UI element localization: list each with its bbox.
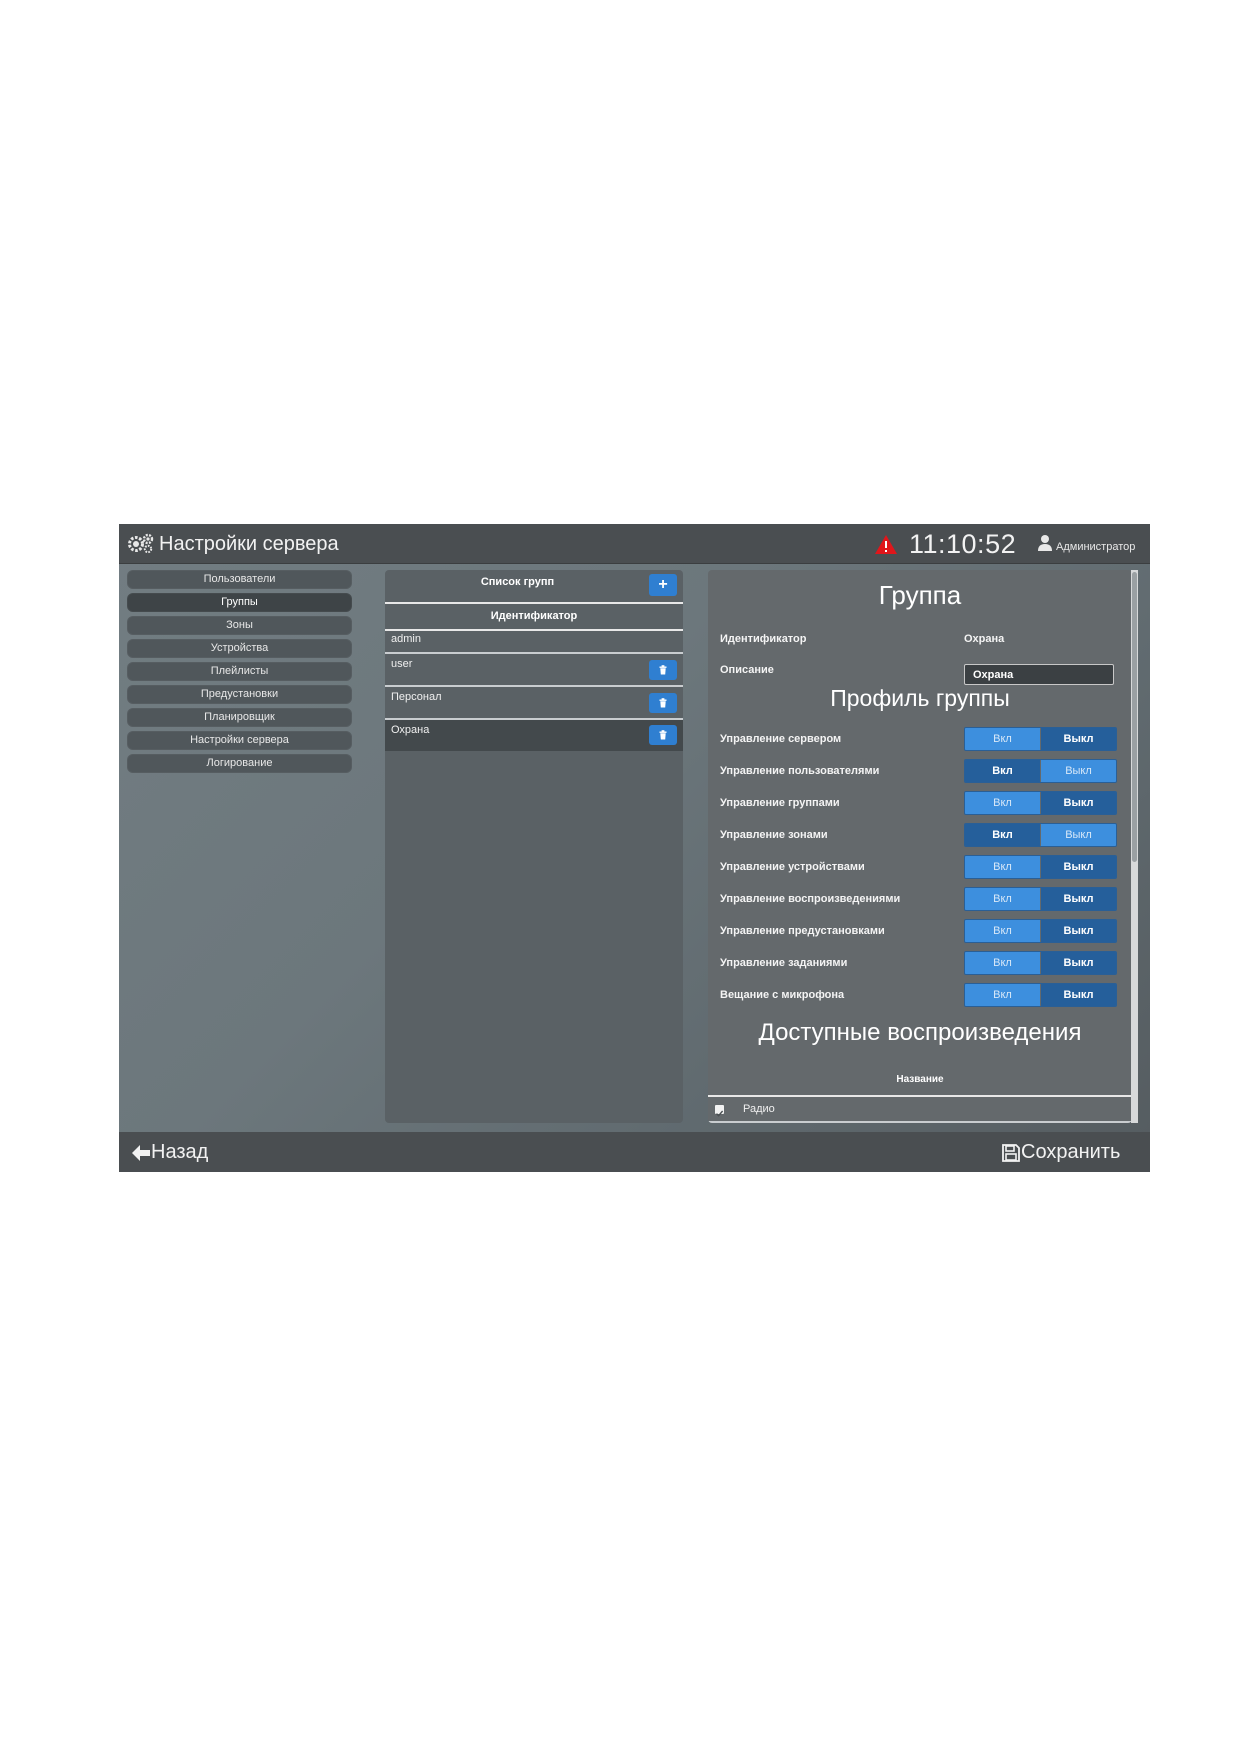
delete-button[interactable]	[649, 660, 677, 680]
delete-button[interactable]	[649, 693, 677, 713]
gears-icon	[128, 533, 154, 554]
group-list-title: Список групп	[480, 576, 555, 588]
user-icon[interactable]	[1037, 534, 1053, 551]
check-icon	[716, 1110, 724, 1117]
description-label: Описание	[720, 664, 774, 676]
floppy-disk-icon	[1002, 1143, 1020, 1162]
available-column-header: Название	[708, 1071, 1132, 1097]
on-option[interactable]: Вкл	[965, 984, 1040, 1006]
on-option[interactable]: Вкл	[965, 888, 1040, 910]
list-item-label: Персонал	[391, 691, 442, 703]
toggle-users[interactable]: Вкл Выкл	[964, 759, 1117, 783]
on-option[interactable]: Вкл	[965, 824, 1040, 846]
off-option[interactable]: Выкл	[1041, 824, 1116, 846]
sidebar-item-presets[interactable]: Предустановки	[127, 685, 352, 704]
perm-label-devices: Управление устройствами	[720, 861, 865, 873]
off-option[interactable]: Выкл	[1041, 952, 1116, 974]
save-button[interactable]: Сохранить	[1001, 1141, 1120, 1164]
list-item-label: Охрана	[391, 724, 430, 736]
list-item[interactable]: Персонал	[385, 687, 683, 720]
toggle-devices[interactable]: Вкл Выкл	[964, 855, 1117, 879]
toggle-microphone[interactable]: Вкл Выкл	[964, 983, 1117, 1007]
id-value: Охрана	[964, 633, 1005, 645]
trash-icon	[659, 730, 667, 740]
list-item[interactable]: admin	[385, 629, 683, 654]
perm-label-zones: Управление зонами	[720, 829, 828, 841]
on-option[interactable]: Вкл	[965, 952, 1040, 974]
sidebar-item-logging[interactable]: Логирование	[127, 754, 352, 773]
sidebar-item-users[interactable]: Пользователи	[127, 570, 352, 589]
toggle-zones[interactable]: Вкл Выкл	[964, 823, 1117, 847]
off-option[interactable]: Выкл	[1041, 792, 1116, 814]
on-option[interactable]: Вкл	[965, 760, 1040, 782]
list-item-label: admin	[391, 633, 421, 645]
off-option[interactable]: Выкл	[1041, 920, 1116, 942]
toggle-presets[interactable]: Вкл Выкл	[964, 919, 1117, 943]
perm-label-microphone: Вещание с микрофона	[720, 989, 845, 1001]
delete-button[interactable]	[649, 725, 677, 745]
sidebar-item-playlists[interactable]: Плейлисты	[127, 662, 352, 681]
app-title: Настройки сервера	[159, 533, 339, 555]
sidebar-item-groups[interactable]: Группы	[127, 593, 352, 612]
scrollbar-thumb[interactable]	[1132, 572, 1137, 862]
app-window: Настройки сервера 11:10:52 Администратор…	[119, 524, 1150, 1172]
current-user[interactable]: Администратор	[1056, 541, 1135, 553]
perm-label-groups: Управление группами	[720, 797, 840, 809]
table-row[interactable]: Радио	[708, 1097, 1132, 1123]
toggle-playbacks[interactable]: Вкл Выкл	[964, 887, 1117, 911]
bottom-bar: Назад Сохранить	[119, 1132, 1150, 1172]
table-cell-name: Радио	[743, 1103, 775, 1115]
checkbox[interactable]	[715, 1105, 724, 1117]
profile-title: Профиль группы	[830, 685, 1010, 711]
list-item-selected[interactable]: Охрана	[385, 720, 683, 751]
on-option[interactable]: Вкл	[965, 728, 1040, 750]
group-list-panel: Список групп + Идентификатор admin user …	[385, 570, 683, 1123]
group-list-column-header: Идентификатор	[385, 602, 683, 631]
warning-icon[interactable]	[874, 534, 898, 555]
trash-icon	[659, 665, 667, 675]
sidebar-item-devices[interactable]: Устройства	[127, 639, 352, 658]
toggle-tasks[interactable]: Вкл Выкл	[964, 951, 1117, 975]
list-item-label: user	[391, 658, 413, 670]
perm-label-users: Управление пользователями	[720, 765, 880, 777]
group-title: Группа	[878, 580, 962, 610]
on-option[interactable]: Вкл	[965, 856, 1040, 878]
sidebar-item-server-settings[interactable]: Настройки сервера	[127, 731, 352, 750]
top-bar: Настройки сервера 11:10:52 Администратор	[119, 524, 1150, 564]
id-label: Идентификатор	[720, 633, 807, 645]
clock: 11:10:52	[909, 529, 1017, 559]
sidebar-item-scheduler[interactable]: Планировщик	[127, 708, 352, 727]
available-playbacks-title: Доступные воспроизведения	[758, 1019, 1082, 1046]
off-option[interactable]: Выкл	[1041, 888, 1116, 910]
trash-icon	[659, 698, 667, 708]
arrow-left-icon	[132, 1144, 150, 1161]
off-option[interactable]: Выкл	[1041, 728, 1116, 750]
list-item[interactable]: user	[385, 654, 683, 687]
save-label: Сохранить	[1021, 1141, 1121, 1163]
description-field[interactable]: Охрана	[964, 664, 1114, 685]
sidebar-item-zones[interactable]: Зоны	[127, 616, 352, 635]
back-button[interactable]: Назад	[131, 1141, 208, 1164]
perm-label-tasks: Управление заданиями	[720, 957, 848, 969]
perm-label-playbacks: Управление воспроизведениями	[720, 893, 901, 905]
toggle-server[interactable]: Вкл Выкл	[964, 727, 1117, 751]
back-label: Назад	[151, 1141, 209, 1163]
group-detail-panel: Группа Идентификатор Охрана Описание Охр…	[708, 570, 1132, 1123]
toggle-groups[interactable]: Вкл Выкл	[964, 791, 1117, 815]
on-option[interactable]: Вкл	[965, 920, 1040, 942]
off-option[interactable]: Выкл	[1041, 760, 1116, 782]
add-group-button[interactable]: +	[649, 574, 677, 596]
off-option[interactable]: Выкл	[1041, 984, 1116, 1006]
perm-label-presets: Управление предустановками	[720, 925, 885, 937]
on-option[interactable]: Вкл	[965, 792, 1040, 814]
perm-label-server: Управление сервером	[720, 733, 842, 745]
off-option[interactable]: Выкл	[1041, 856, 1116, 878]
